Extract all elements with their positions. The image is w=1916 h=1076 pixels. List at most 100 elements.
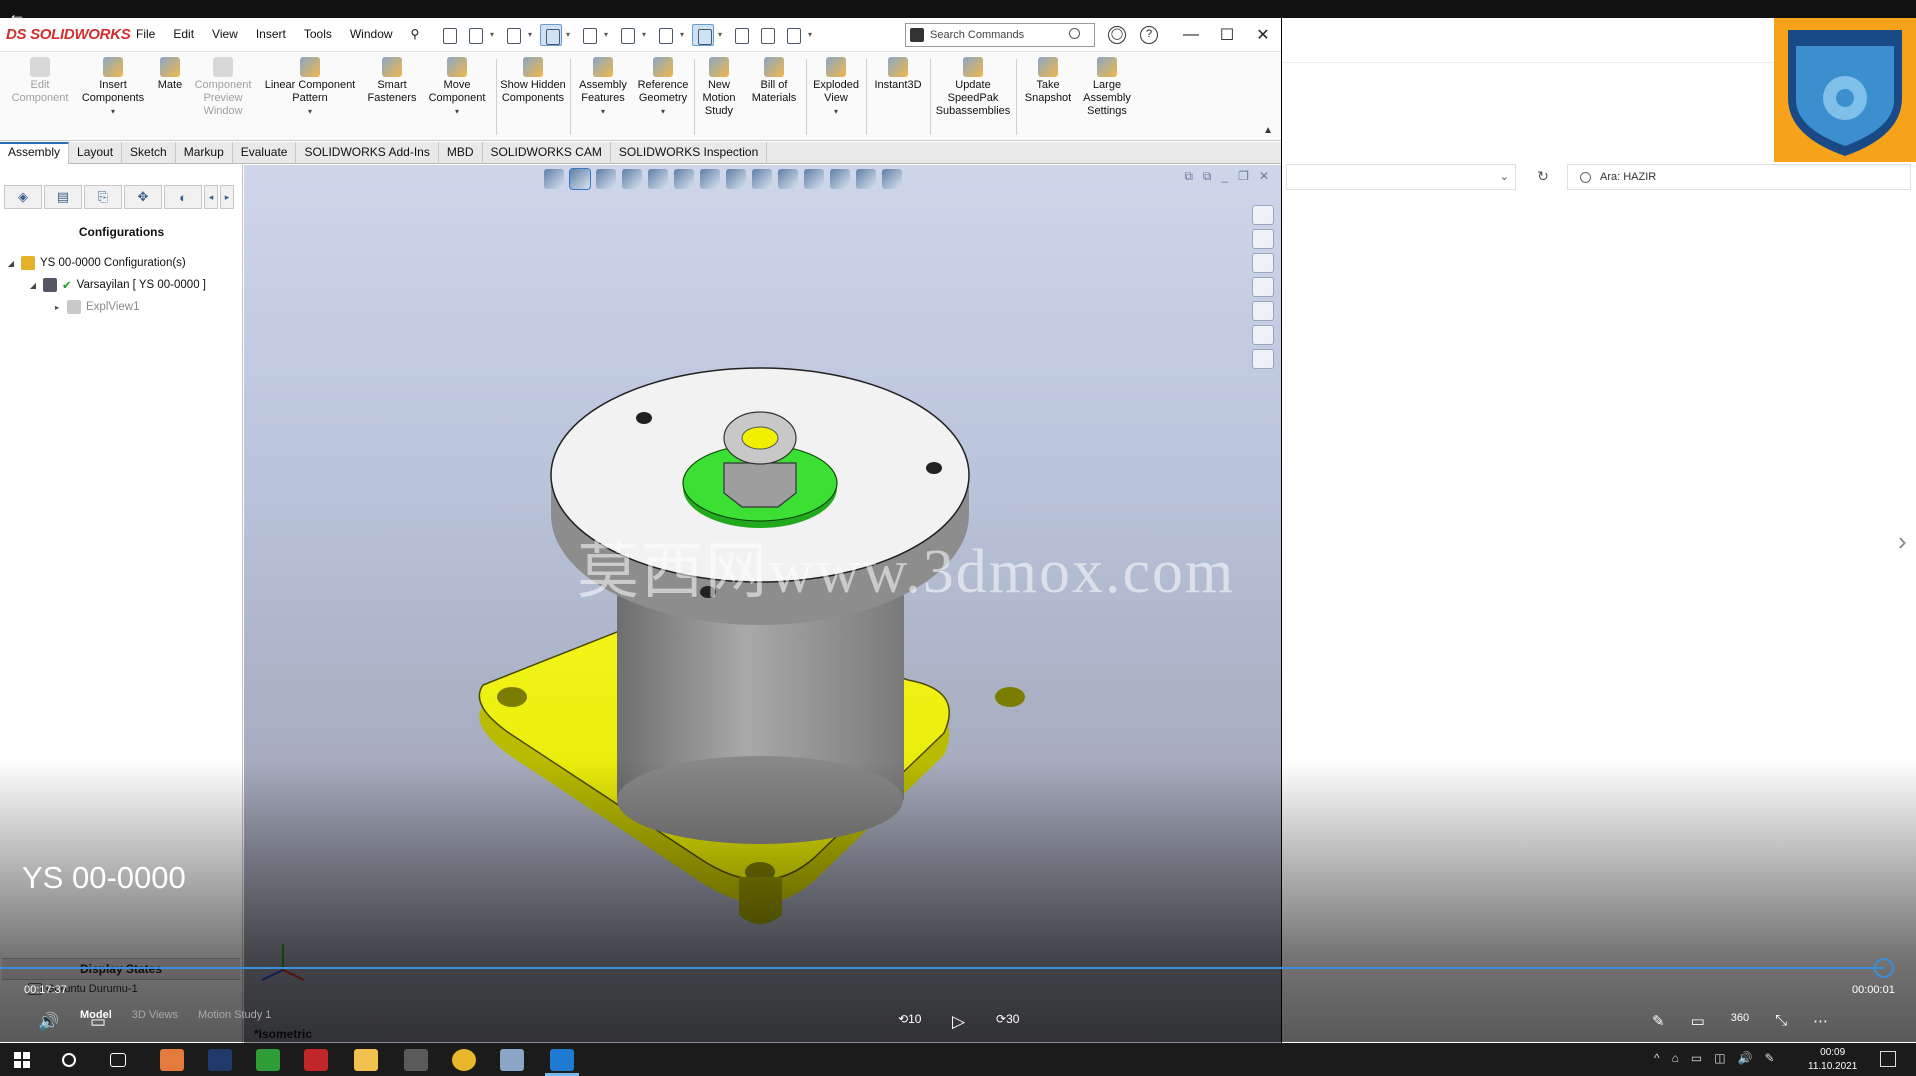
mini-player-icon[interactable]: ▭ bbox=[1691, 1012, 1705, 1030]
insert-components-button[interactable]: Insert Components ▾ bbox=[78, 53, 148, 118]
tree-item-explview[interactable]: ▸ ExplView1 bbox=[52, 300, 140, 314]
edit-icon[interactable]: ✎ bbox=[1652, 1012, 1665, 1030]
reference-geometry-button[interactable]: Reference Geometry ▾ bbox=[634, 53, 692, 118]
collapse-ribbon-icon[interactable]: ▲ bbox=[1263, 125, 1273, 136]
menu-edit[interactable]: Edit bbox=[173, 27, 194, 41]
pen-icon[interactable]: ✎ bbox=[1765, 1051, 1775, 1065]
tray-chevron-icon[interactable]: ^ bbox=[1654, 1051, 1660, 1065]
mate-button[interactable]: Mate bbox=[150, 53, 190, 92]
tab-layout[interactable]: Layout bbox=[69, 142, 123, 164]
chrome-icon[interactable] bbox=[452, 1049, 476, 1071]
solidworks-icon[interactable] bbox=[304, 1049, 328, 1071]
speaker-icon[interactable]: 🔊 bbox=[1738, 1051, 1753, 1065]
linear-component-pattern-button[interactable]: Linear Component Pattern ▾ bbox=[258, 53, 362, 118]
exit-fullscreen-icon[interactable]: ⤡ bbox=[1775, 1012, 1787, 1030]
more-icon[interactable]: ⋯ bbox=[1813, 1012, 1828, 1030]
open-icon[interactable] bbox=[502, 24, 524, 46]
app-icon-2[interactable] bbox=[500, 1049, 524, 1071]
tree-item-configurations[interactable]: ◢ YS 00-0000 Configuration(s) bbox=[6, 256, 186, 270]
chevron-down-icon[interactable]: ▾ bbox=[258, 105, 362, 118]
redo-icon[interactable] bbox=[654, 24, 676, 46]
menu-window[interactable]: Window bbox=[350, 27, 393, 41]
undo-dropdown-icon[interactable]: ▾ bbox=[642, 24, 650, 46]
refresh-icon[interactable]: ↻ bbox=[1530, 164, 1556, 190]
tab-cam[interactable]: SOLIDWORKS CAM bbox=[483, 142, 611, 164]
menu-insert[interactable]: Insert bbox=[256, 27, 286, 41]
progress-scrubber[interactable] bbox=[1874, 958, 1894, 978]
print-icon[interactable] bbox=[578, 24, 600, 46]
update-speedpak-button[interactable]: Update SpeedPak Subassemblies bbox=[932, 53, 1014, 118]
redo-dropdown-icon[interactable]: ▾ bbox=[680, 24, 688, 46]
menu-view[interactable]: View bbox=[212, 27, 238, 41]
chevron-down-icon[interactable]: ▾ bbox=[78, 105, 148, 118]
save-icon[interactable] bbox=[540, 24, 562, 46]
tab-markup[interactable]: Markup bbox=[176, 142, 233, 164]
tree-item-varsayilan[interactable]: ◢ ✔ Varsayilan [ YS 00-0000 ] bbox=[28, 278, 206, 292]
windows-start-icon[interactable] bbox=[14, 1052, 30, 1068]
edit-component-button[interactable]: Edit Component bbox=[4, 53, 76, 105]
home-icon[interactable] bbox=[438, 24, 460, 46]
instant3d-button[interactable]: Instant3D bbox=[868, 53, 928, 92]
options-dropdown-icon[interactable]: ▾ bbox=[808, 24, 816, 46]
task-view-icon[interactable] bbox=[110, 1053, 126, 1067]
chevron-right-icon[interactable]: ▸ bbox=[220, 185, 234, 209]
component-preview-window-button[interactable]: Component Preview Window bbox=[190, 53, 256, 118]
network-icon[interactable]: ◫ bbox=[1714, 1051, 1725, 1065]
open-dropdown-icon[interactable]: ▾ bbox=[528, 24, 536, 46]
select-dropdown-icon[interactable]: ▾ bbox=[718, 24, 726, 46]
property-manager-icon[interactable]: ▤ bbox=[44, 185, 82, 209]
tab-evaluate[interactable]: Evaluate bbox=[233, 142, 297, 164]
tab-model[interactable]: Model bbox=[70, 1007, 122, 1025]
collapse-arrow-icon[interactable]: ◢ bbox=[28, 281, 38, 290]
search-icon[interactable] bbox=[1069, 28, 1080, 39]
video-progress-bar[interactable] bbox=[0, 967, 1884, 969]
app-icon[interactable] bbox=[160, 1049, 184, 1071]
tab-sketch[interactable]: Sketch bbox=[122, 142, 176, 164]
move-component-button[interactable]: Move Component ▾ bbox=[420, 53, 494, 118]
chevron-down-icon[interactable]: ▾ bbox=[420, 105, 494, 118]
tab-mbd[interactable]: MBD bbox=[439, 142, 483, 164]
tray-app-icon[interactable]: ⌂ bbox=[1672, 1051, 1679, 1065]
video-player-icon[interactable] bbox=[550, 1049, 574, 1071]
large-assembly-settings-button[interactable]: Large Assembly Settings bbox=[1078, 53, 1136, 118]
chevron-left-icon[interactable]: ◂ bbox=[204, 185, 218, 209]
new-motion-study-button[interactable]: New Motion Study bbox=[696, 53, 742, 118]
search-icon[interactable] bbox=[62, 1053, 76, 1067]
show-hidden-components-button[interactable]: Show Hidden Components bbox=[500, 53, 566, 105]
close-icon[interactable]: ✕ bbox=[1245, 18, 1281, 52]
address-bar[interactable]: ⌄ bbox=[1286, 164, 1516, 190]
menu-tools[interactable]: Tools bbox=[304, 27, 332, 41]
configuration-manager-icon[interactable]: ⎘ bbox=[84, 185, 122, 209]
undo-icon[interactable] bbox=[616, 24, 638, 46]
save-dropdown-icon[interactable]: ▾ bbox=[566, 24, 574, 46]
collapse-arrow-icon[interactable]: ◢ bbox=[6, 259, 16, 268]
search-commands[interactable]: Search Commands bbox=[905, 23, 1095, 47]
take-snapshot-button[interactable]: Take Snapshot bbox=[1018, 53, 1078, 105]
notifications-icon[interactable] bbox=[1880, 1051, 1896, 1067]
maximize-icon[interactable]: ☐ bbox=[1209, 18, 1245, 52]
chevron-down-icon[interactable]: ▾ bbox=[808, 105, 864, 118]
new-dropdown-icon[interactable]: ▾ bbox=[490, 24, 498, 46]
options-icon[interactable] bbox=[782, 24, 804, 46]
dimxpert-icon[interactable]: ✥ bbox=[124, 185, 162, 209]
explorer-search-input[interactable]: Ara: HAZIR bbox=[1567, 164, 1911, 190]
graphics-area[interactable]: ⧉ ⧉ _ ❐ ✕ 莫西网www.3dmox.com *Isometric bbox=[244, 165, 1281, 1043]
file-explorer-icon[interactable] bbox=[354, 1049, 378, 1071]
chevron-down-icon[interactable]: ▾ bbox=[574, 105, 632, 118]
menu-file[interactable]: File bbox=[136, 27, 155, 41]
pin-icon[interactable]: ⚲ bbox=[411, 27, 420, 41]
file-properties-icon[interactable] bbox=[756, 24, 778, 46]
assembly-features-button[interactable]: Assembly Features ▾ bbox=[574, 53, 632, 118]
battery-icon[interactable]: ▭ bbox=[1691, 1051, 1702, 1065]
next-chevron-icon[interactable]: › bbox=[1898, 526, 1907, 557]
chevron-down-icon[interactable]: ⌄ bbox=[1500, 171, 1509, 183]
tab-motion-study[interactable]: Motion Study 1 bbox=[188, 1007, 281, 1025]
tab-3d-views[interactable]: 3D Views bbox=[122, 1007, 188, 1025]
smart-fasteners-button[interactable]: Smart Fasteners bbox=[364, 53, 420, 105]
360-icon[interactable]: 360 bbox=[1731, 1012, 1749, 1030]
clock[interactable]: 00:09 11.10.2021 bbox=[1808, 1046, 1857, 1074]
photoshop-icon[interactable] bbox=[208, 1049, 232, 1071]
camtasia-icon[interactable] bbox=[256, 1049, 280, 1071]
select-icon[interactable] bbox=[692, 24, 714, 46]
exploded-view-button[interactable]: Exploded View ▾ bbox=[808, 53, 864, 118]
